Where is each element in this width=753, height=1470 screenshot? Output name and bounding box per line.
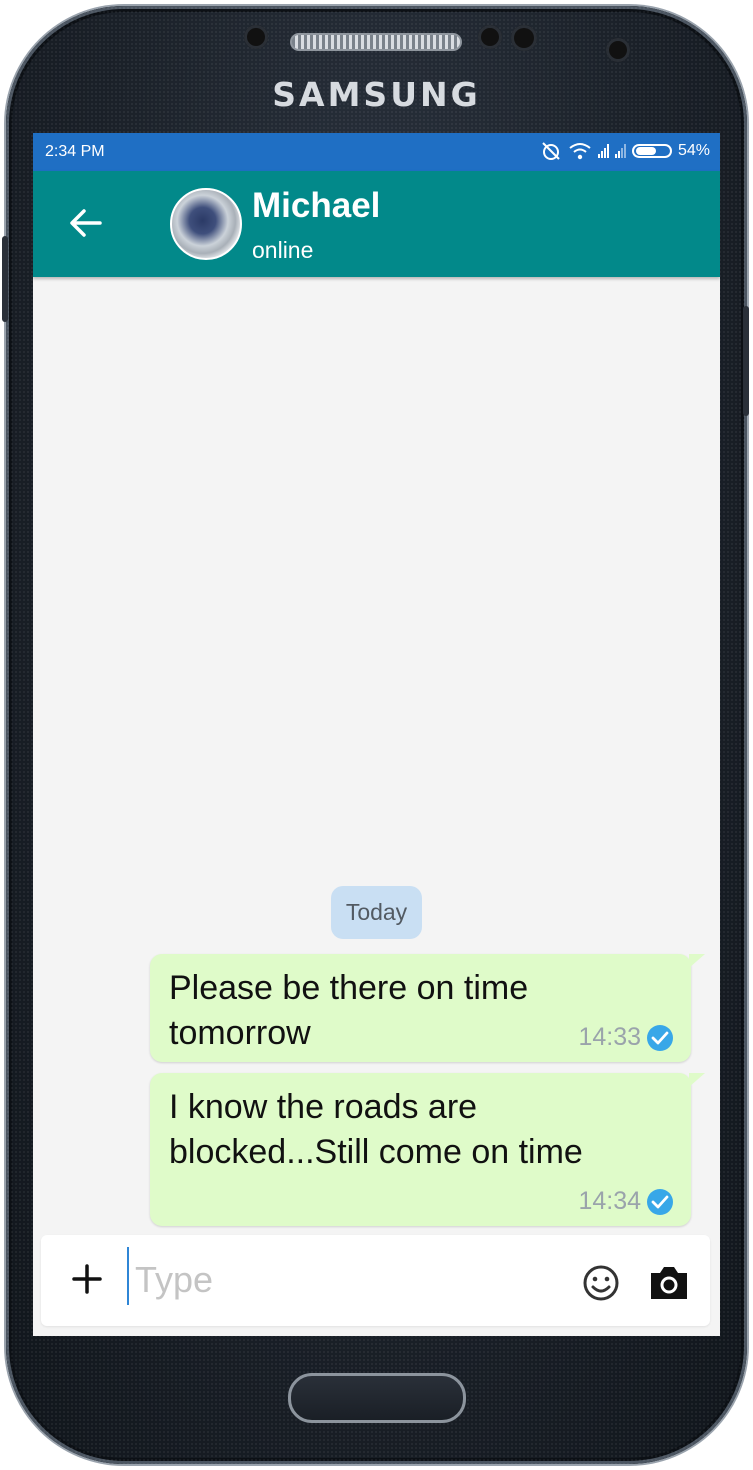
volume-button xyxy=(2,236,8,322)
proximity-sensor xyxy=(478,25,502,49)
status-bar: 2:34 PM 54% xyxy=(33,133,720,171)
wifi-icon xyxy=(569,143,591,160)
battery-icon xyxy=(631,144,672,158)
light-sensor xyxy=(511,25,537,51)
signal-icon-2 xyxy=(614,144,626,158)
message-bubble[interactable]: Please be there on time tomorrow 14:33 xyxy=(150,954,705,1062)
alarm-off-icon xyxy=(542,142,560,160)
read-check-icon xyxy=(647,1024,673,1051)
camera-icon[interactable] xyxy=(647,1263,691,1303)
read-check-icon xyxy=(647,1188,673,1215)
signal-icon xyxy=(597,144,609,158)
contact-avatar[interactable] xyxy=(170,188,242,260)
plus-icon[interactable] xyxy=(67,1259,107,1299)
message-meta: 14:34 xyxy=(578,1187,673,1216)
text-caret xyxy=(127,1247,129,1305)
screen: 2:34 PM 54% Michael online Today Please xyxy=(33,133,720,1336)
front-camera xyxy=(606,38,630,62)
emoji-icon[interactable] xyxy=(581,1263,621,1303)
message-composer xyxy=(41,1235,710,1326)
brand-logo: SAMSUNG xyxy=(272,75,481,114)
message-bubble[interactable]: I know the roads are blocked...Still com… xyxy=(150,1073,705,1226)
contact-name[interactable]: Michael xyxy=(252,186,380,226)
earpiece-speaker xyxy=(290,33,462,51)
front-sensor xyxy=(244,25,268,49)
power-button xyxy=(743,306,749,416)
message-input[interactable] xyxy=(133,1249,557,1311)
chat-header: Michael online xyxy=(33,171,720,277)
contact-status: online xyxy=(252,237,314,263)
battery-percent: 54% xyxy=(677,142,710,159)
message-time: 14:33 xyxy=(578,1023,641,1051)
status-icons: 54% xyxy=(540,141,710,161)
message-meta: 14:33 xyxy=(578,1023,673,1052)
back-arrow-icon[interactable] xyxy=(67,207,103,239)
home-button[interactable] xyxy=(288,1373,466,1423)
date-separator: Today xyxy=(331,886,422,939)
message-text: I know the roads are blocked...Still com… xyxy=(169,1088,583,1171)
message-time: 14:34 xyxy=(578,1187,641,1215)
status-time: 2:34 PM xyxy=(45,143,105,160)
